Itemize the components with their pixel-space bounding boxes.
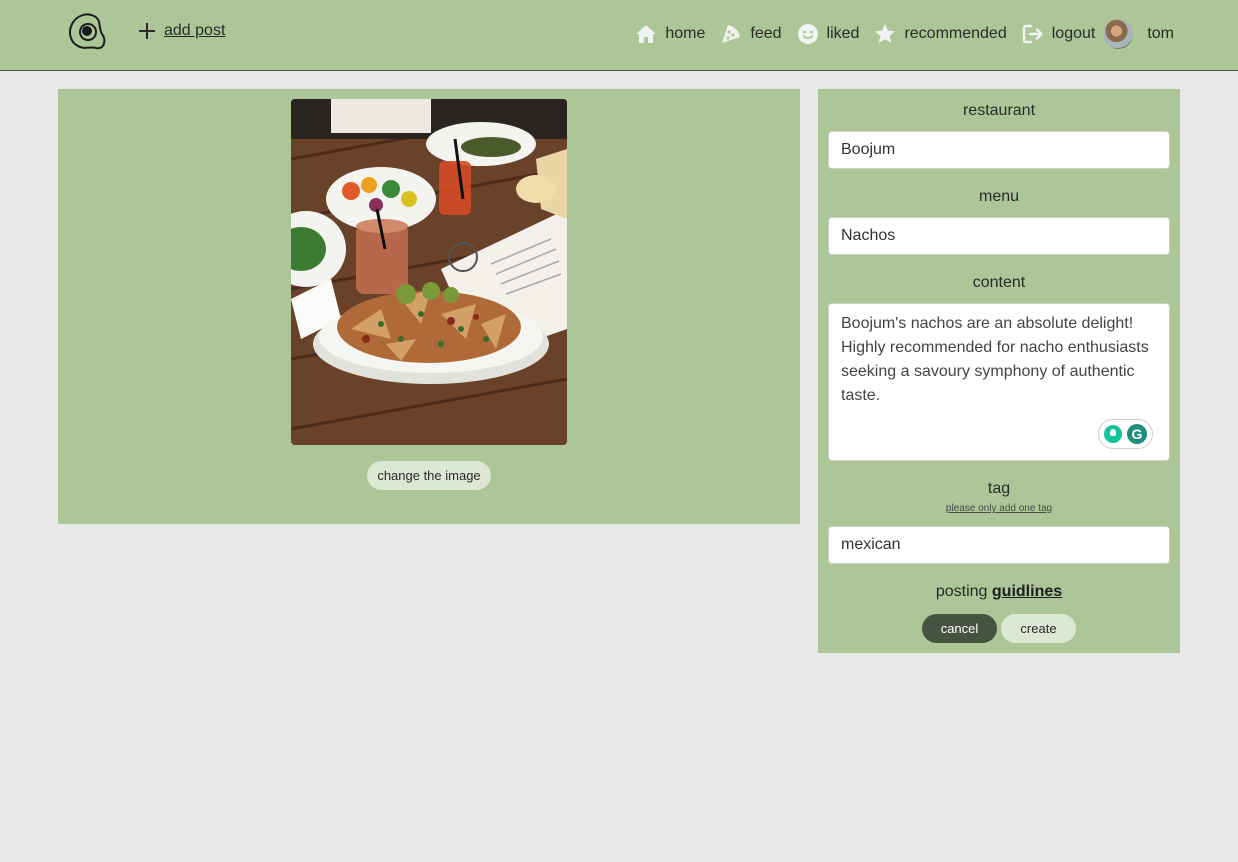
nav-recommended[interactable]: recommended <box>873 22 1007 46</box>
nav-feed[interactable]: feed <box>719 22 782 46</box>
username[interactable]: tom <box>1147 25 1174 43</box>
nav-recommended-label: recommended <box>904 25 1007 42</box>
grammarly-icon[interactable]: G <box>1127 424 1147 444</box>
nav-feed-label: feed <box>750 25 782 42</box>
cancel-button[interactable]: cancel <box>922 614 997 643</box>
nav-logout[interactable]: logout <box>1021 22 1096 46</box>
restaurant-label: restaurant <box>962 102 1036 119</box>
nav-links: home feed liked recommended logout tom <box>620 18 1174 50</box>
grammarly-widget[interactable]: G <box>1098 419 1153 449</box>
home-icon <box>636 25 657 43</box>
content-text: Boojum's nachos are an absolute delight!… <box>841 315 1149 404</box>
smile-icon <box>797 24 818 44</box>
posting-guidelines: posting guidlines <box>818 583 1180 601</box>
pizza-slice-icon <box>722 25 741 43</box>
star-icon <box>875 24 896 43</box>
tag-input[interactable]: mexican <box>828 526 1170 564</box>
change-image-button[interactable]: change the image <box>367 461 491 490</box>
nav-home-label: home <box>665 25 706 42</box>
food-photo <box>291 99 567 445</box>
nav-home[interactable]: home <box>634 22 705 46</box>
fried-egg-logo-icon[interactable] <box>64 10 108 54</box>
nav-liked[interactable]: liked <box>796 22 860 46</box>
add-post-button[interactable]: add post <box>138 22 225 40</box>
content-textarea[interactable]: Boojum's nachos are an absolute delight!… <box>828 303 1170 461</box>
logout-icon <box>1022 24 1043 44</box>
image-panel: change the image <box>58 89 800 524</box>
menu-label: menu <box>978 188 1020 205</box>
nachos-photo-illustration <box>291 99 567 445</box>
avatar[interactable] <box>1103 19 1134 49</box>
post-form: restaurant Boojum menu Nachos content Bo… <box>818 89 1180 653</box>
create-button[interactable]: create <box>1001 614 1076 643</box>
plus-icon <box>138 22 156 40</box>
nav-liked-label: liked <box>826 25 860 42</box>
guidelines-link[interactable]: guidlines <box>992 583 1062 600</box>
top-navbar: add post home feed liked recommended log… <box>0 0 1238 71</box>
tag-hint-link[interactable]: please only add one tag <box>818 503 1180 514</box>
guidelines-prefix: posting <box>935 583 988 600</box>
menu-input[interactable]: Nachos <box>828 217 1170 255</box>
add-post-label: add post <box>164 22 226 39</box>
content-label: content <box>972 274 1026 291</box>
tag-label: tag <box>987 480 1011 497</box>
nav-logout-label: logout <box>1051 25 1096 42</box>
lightbulb-icon[interactable] <box>1104 425 1122 443</box>
restaurant-input[interactable]: Boojum <box>828 131 1170 169</box>
